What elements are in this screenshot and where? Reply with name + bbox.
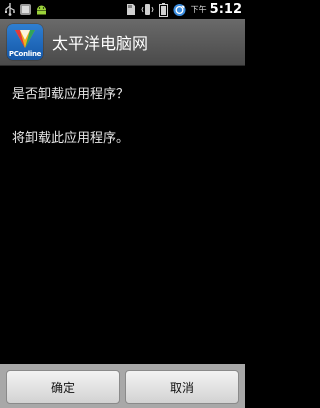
app-icon-brand: PConline (8, 50, 42, 58)
battery-icon (157, 2, 170, 17)
status-ampm: 下午 (190, 5, 207, 14)
android-robot-icon (35, 3, 48, 16)
confirm-button[interactable]: 确定 (6, 370, 120, 404)
uninstall-message: 将卸载此应用程序。 (12, 131, 130, 146)
status-bar: 下午 5:12 (0, 0, 245, 19)
status-time: 5:12 (209, 2, 242, 17)
dialog-title: 太平洋电脑网 (52, 34, 149, 53)
dialog-button-bar: 确定 取消 (0, 364, 245, 408)
android-debug-icon (19, 3, 32, 16)
sync-icon (173, 3, 186, 16)
vibrate-icon (141, 3, 154, 16)
cancel-button[interactable]: 取消 (125, 370, 239, 404)
app-logo-icon: PConline (7, 24, 43, 60)
dialog-title-bar: PConline 太平洋电脑网 (0, 19, 245, 66)
usb-icon (3, 3, 16, 16)
system-icons: 下午 5:12 (125, 2, 245, 17)
uninstall-question: 是否卸载应用程序？ (12, 87, 130, 102)
notification-icons (0, 3, 48, 16)
sd-card-icon (125, 3, 138, 16)
